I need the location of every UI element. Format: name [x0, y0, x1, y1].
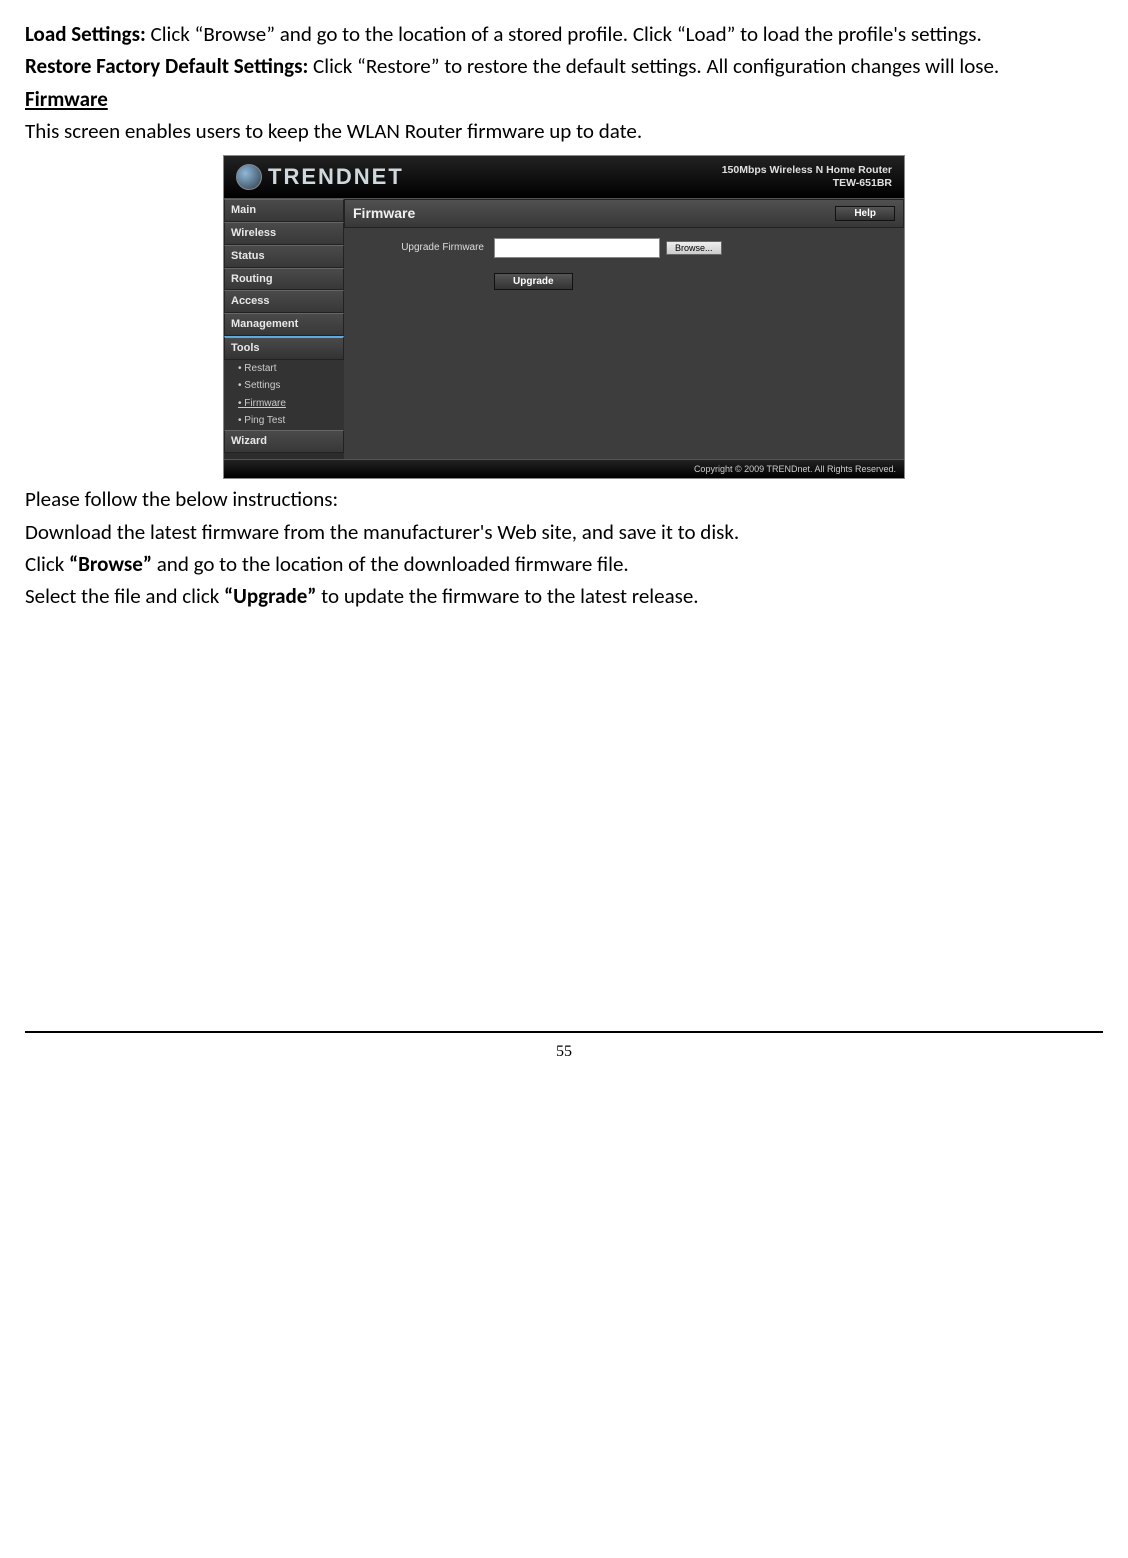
- sub-restart[interactable]: • Restart: [224, 360, 344, 378]
- ss-header: TRENDNET 150Mbps Wireless N Home Router …: [224, 156, 904, 199]
- firmware-form: Upgrade Firmware Browse... Upgrade: [344, 228, 904, 302]
- restore-label: Restore Factory Default Settings:: [25, 53, 313, 79]
- help-button[interactable]: Help: [835, 206, 895, 221]
- firmware-heading: Firmware: [25, 85, 1103, 113]
- sub-firmware[interactable]: • Firmware: [224, 395, 344, 413]
- load-settings-text: Click “Browse” and go to the location of…: [151, 21, 982, 47]
- nav-main[interactable]: Main: [224, 199, 344, 222]
- restore-para: Restore Factory Default Settings: Click …: [25, 52, 1103, 80]
- instr2-bold: “Browse”: [69, 551, 152, 577]
- page-number: 55: [556, 1043, 572, 1060]
- firmware-file-input[interactable]: [494, 238, 660, 258]
- load-settings-label: Load Settings:: [25, 21, 151, 47]
- ss-footer: Copyright © 2009 TRENDnet. All Rights Re…: [224, 459, 904, 478]
- router-screenshot: TRENDNET 150Mbps Wireless N Home Router …: [223, 155, 905, 479]
- product-line2: TEW-651BR: [722, 177, 892, 191]
- main-panel: Firmware Help Upgrade Firmware Browse...…: [344, 199, 904, 459]
- nav-access[interactable]: Access: [224, 290, 344, 313]
- upgrade-row: Upgrade Firmware Browse...: [374, 238, 894, 258]
- page-footer: 55: [25, 1031, 1103, 1063]
- instr2-post: and go to the location of the downloaded…: [152, 551, 629, 577]
- product-info: 150Mbps Wireless N Home Router TEW-651BR: [722, 164, 892, 191]
- sub-settings[interactable]: • Settings: [224, 377, 344, 395]
- sub-ping[interactable]: • Ping Test: [224, 412, 344, 430]
- panel-title-bar: Firmware Help: [344, 199, 904, 228]
- browse-button[interactable]: Browse...: [666, 241, 722, 255]
- nav-routing[interactable]: Routing: [224, 268, 344, 291]
- sidebar: Main Wireless Status Routing Access Mana…: [224, 199, 344, 459]
- nav-management[interactable]: Management: [224, 313, 344, 336]
- upgrade-label: Upgrade Firmware: [374, 241, 488, 255]
- instructions-intro: Please follow the below instructions:: [25, 485, 1103, 513]
- firmware-intro: This screen enables users to keep the WL…: [25, 117, 1103, 145]
- instr1: Download the latest firmware from the ma…: [25, 518, 1103, 546]
- restore-text: Click “Restore” to restore the default s…: [313, 53, 999, 79]
- instr3: Select the file and click “Upgrade” to u…: [25, 582, 1103, 610]
- instr2-pre: Click: [25, 551, 69, 577]
- brand-logo: TRENDNET: [236, 162, 404, 192]
- panel-title: Firmware: [353, 204, 415, 223]
- nav-wizard[interactable]: Wizard: [224, 430, 344, 453]
- instr3-post: to update the firmware to the latest rel…: [316, 583, 698, 609]
- instr3-bold: “Upgrade”: [224, 583, 316, 609]
- product-line1: 150Mbps Wireless N Home Router: [722, 164, 892, 178]
- brand-text: TRENDNET: [268, 162, 404, 192]
- load-settings-para: Load Settings: Click “Browse” and go to …: [25, 20, 1103, 48]
- instr2: Click “Browse” and go to the location of…: [25, 550, 1103, 578]
- nav-wireless[interactable]: Wireless: [224, 222, 344, 245]
- globe-icon: [236, 164, 262, 190]
- nav-tools[interactable]: Tools: [224, 336, 344, 360]
- ss-body: Main Wireless Status Routing Access Mana…: [224, 199, 904, 459]
- nav-status[interactable]: Status: [224, 245, 344, 268]
- instr3-pre: Select the file and click: [25, 583, 224, 609]
- upgrade-button[interactable]: Upgrade: [494, 273, 573, 290]
